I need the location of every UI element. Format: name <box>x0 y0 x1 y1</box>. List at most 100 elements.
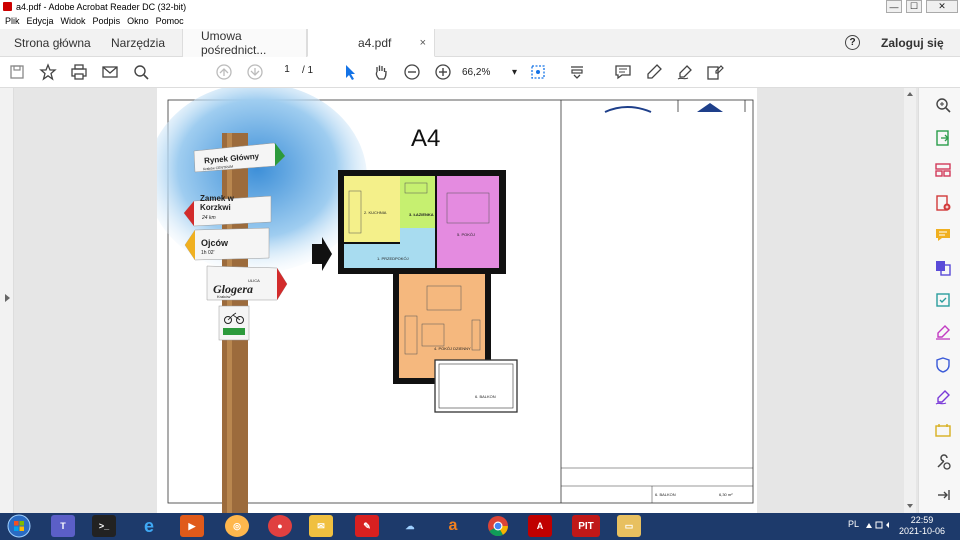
minimize-button[interactable]: — <box>886 0 902 13</box>
comment-icon[interactable] <box>614 63 632 81</box>
collapse-panel-icon[interactable] <box>934 486 952 504</box>
menu-plik[interactable]: Plik <box>5 16 20 26</box>
pdf-page[interactable]: A4 1. PRZEDPOKÓJ 2. KUCHNIA 3. ŁAZIENKA … <box>147 83 757 513</box>
menu-bar: Plik Edycja Widok Podpis Okno Pomoc <box>0 13 960 29</box>
fit-page-icon[interactable] <box>529 63 547 81</box>
organize-pages-icon[interactable] <box>934 161 952 179</box>
protect-shield-icon[interactable] <box>934 356 952 374</box>
room-label-bedroom: 5. POKÓJ <box>457 232 476 237</box>
teams-icon[interactable]: T <box>51 515 75 537</box>
highlight-pen-icon[interactable] <box>645 63 663 81</box>
room-label-balcony: 6. BALKON <box>475 394 496 399</box>
send-for-signature-icon[interactable] <box>934 388 952 406</box>
next-page-icon[interactable] <box>246 63 264 81</box>
comment-tool-icon[interactable] <box>934 226 952 244</box>
legend-balcony-area: 6,30 m² <box>719 492 733 497</box>
start-button[interactable] <box>6 514 32 538</box>
room-label-kitchen: 2. KUCHNIA <box>364 210 387 215</box>
tab-doc-umowa[interactable]: Umowa pośrednict... <box>182 29 307 57</box>
menu-podpis[interactable]: Podpis <box>93 16 121 26</box>
room-label-bathroom: 3. ŁAZIENKA <box>409 212 434 217</box>
title-bar: a4.pdf - Adobe Acrobat Reader DC (32-bit… <box>0 0 960 13</box>
star-icon[interactable] <box>39 63 57 81</box>
search-icon[interactable] <box>132 63 150 81</box>
tab-home[interactable]: Strona główna <box>14 29 91 57</box>
sign-ojcow: Ojców <box>201 238 229 248</box>
help-icon[interactable]: ? <box>845 35 860 50</box>
edit-pdf-icon[interactable] <box>706 63 724 81</box>
combine-files-icon[interactable] <box>934 259 952 277</box>
sign-icon[interactable] <box>676 63 694 81</box>
print-icon[interactable] <box>70 63 88 81</box>
room-label-living: 4. POKÓJ DZIENNY <box>434 346 471 351</box>
sign-glogera-city: Kraków <box>217 294 231 299</box>
mail-client-icon[interactable]: ✉ <box>309 515 333 537</box>
menu-edycja[interactable]: Edycja <box>27 16 54 26</box>
page-total: / 1 <box>302 65 314 76</box>
room-label-hall: 1. PRZEDPOKÓJ <box>377 256 409 261</box>
acrobat-taskbar-icon[interactable]: A <box>528 515 552 537</box>
sign-zamek-sub: 24 km <box>202 215 216 221</box>
tab-doc-a4[interactable]: a4.pdf × <box>307 29 435 57</box>
system-clock[interactable]: 22:59 2021-10-06 <box>896 515 948 537</box>
scan-ocr-icon[interactable] <box>934 291 952 309</box>
scroll-down-icon <box>907 504 913 508</box>
pit-app-icon[interactable]: PIT <box>572 515 600 537</box>
sign-glogera-ulica: ULICA <box>248 278 260 283</box>
network-app-icon[interactable]: ☁ <box>398 515 422 537</box>
stamp-tool-icon[interactable] <box>934 421 952 439</box>
prev-page-icon[interactable] <box>215 63 233 81</box>
more-tools-icon[interactable] <box>934 453 952 471</box>
scroll-up-icon <box>907 92 913 96</box>
tab-bar: Strona główna Narzędzia Umowa pośrednict… <box>0 29 960 57</box>
menu-okno[interactable]: Okno <box>127 16 149 26</box>
hand-icon[interactable] <box>372 63 390 81</box>
avast-icon[interactable]: a <box>441 515 465 537</box>
export-pdf-icon[interactable] <box>934 129 952 147</box>
fill-sign-icon[interactable] <box>934 323 952 341</box>
create-pdf-icon[interactable] <box>934 194 952 212</box>
scroll-mode-icon[interactable] <box>568 63 586 81</box>
media-player-icon[interactable]: ▶ <box>180 515 204 537</box>
language-indicator[interactable]: PL <box>848 519 859 529</box>
acrobat-app-icon <box>3 2 12 11</box>
save-icon[interactable] <box>8 63 26 81</box>
chrome-icon[interactable] <box>486 515 510 537</box>
select-cursor-icon[interactable] <box>341 63 359 81</box>
mail-icon[interactable] <box>101 63 119 81</box>
clock-date: 2021-10-06 <box>898 526 946 536</box>
left-panel-toggle[interactable] <box>0 88 14 513</box>
plan-title: A4 <box>411 125 441 152</box>
file-explorer-icon[interactable]: ▭ <box>617 515 641 537</box>
room-bedroom <box>437 176 499 268</box>
tab-close-icon[interactable]: × <box>420 37 426 49</box>
maximize-button[interactable]: ☐ <box>906 0 922 13</box>
sign-zamek: Zamek w Korzkwi <box>200 194 234 212</box>
zoom-select[interactable]: 66,2% ▾ <box>462 64 517 80</box>
tab-doc-a4-label: a4.pdf <box>358 35 392 50</box>
tray-icons[interactable] <box>865 520 893 530</box>
zoom-in-icon[interactable] <box>434 63 452 81</box>
tab-doc-umowa-label: Umowa pośrednict... <box>201 29 267 57</box>
paint-app-icon[interactable]: ✎ <box>355 515 379 537</box>
ie-icon[interactable]: e <box>137 515 161 537</box>
tab-tools[interactable]: Narzędzia <box>111 29 165 57</box>
menu-widok[interactable]: Widok <box>61 16 86 26</box>
terminal-icon[interactable]: >_ <box>92 515 116 537</box>
legend-balcony-name: 6. BALKON <box>655 492 676 497</box>
close-button[interactable]: ✕ <box>926 0 958 13</box>
zoom-tool-icon[interactable] <box>934 96 952 114</box>
browser-orange-icon[interactable]: ◎ <box>225 515 249 537</box>
room-kitchen <box>344 176 400 242</box>
page-number-input[interactable]: 1 <box>277 64 297 80</box>
window-title: a4.pdf - Adobe Acrobat Reader DC (32-bit… <box>16 1 187 12</box>
red-app-icon[interactable]: ● <box>268 515 292 537</box>
vertical-scrollbar[interactable] <box>904 88 916 513</box>
expand-left-icon <box>5 294 10 302</box>
chevron-down-icon: ▾ <box>511 66 517 78</box>
menu-pomoc[interactable]: Pomoc <box>156 16 184 26</box>
login-button[interactable]: Zaloguj się <box>881 36 944 50</box>
clock-time: 22:59 <box>910 515 934 525</box>
zoom-value: 66,2% <box>462 66 491 78</box>
zoom-out-icon[interactable] <box>403 63 421 81</box>
